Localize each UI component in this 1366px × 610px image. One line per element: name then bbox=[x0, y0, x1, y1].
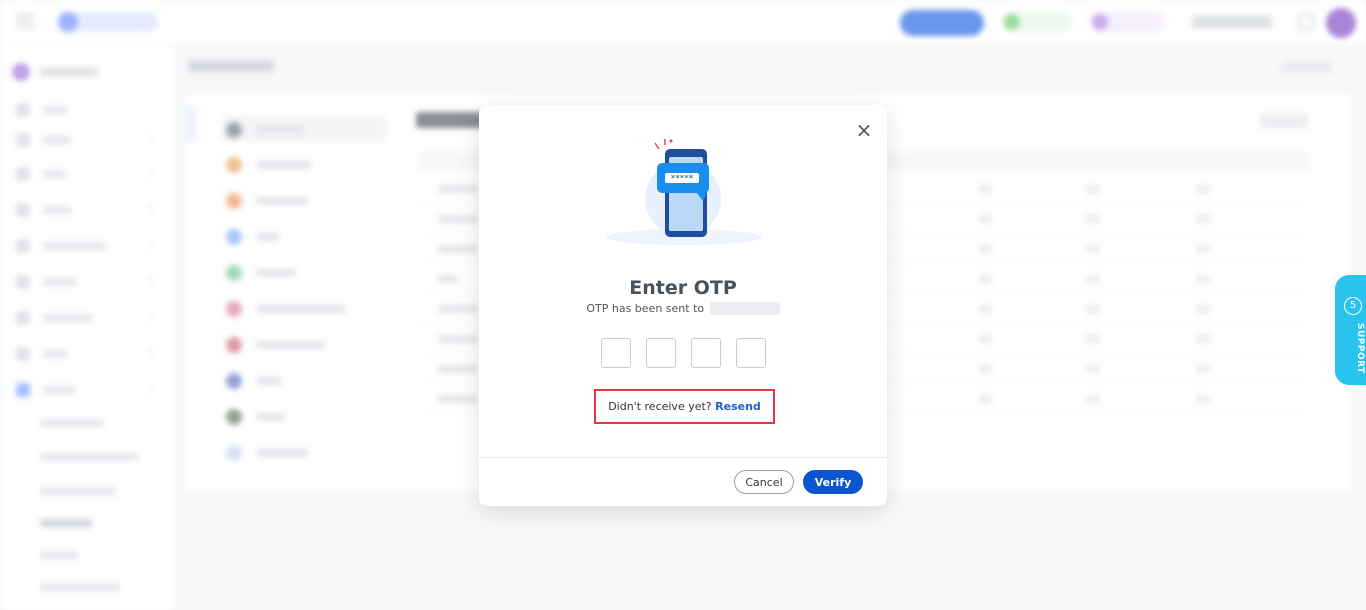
otp-modal: × ***** Enter OTP OTP has been sent to D… bbox=[479, 105, 887, 506]
masked-recipient bbox=[709, 302, 780, 315]
otp-sent-message: OTP has been sent to bbox=[479, 302, 887, 315]
cancel-button[interactable]: Cancel bbox=[734, 470, 794, 494]
resend-prompt: Didn't receive yet? bbox=[608, 400, 712, 413]
support-label: SUPPORT bbox=[1355, 323, 1365, 374]
modal-title: Enter OTP bbox=[629, 277, 737, 299]
otp-digit-1[interactable] bbox=[601, 338, 631, 368]
footer-divider bbox=[479, 457, 887, 458]
svg-text:*****: ***** bbox=[671, 174, 694, 184]
otp-sent-text: OTP has been sent to bbox=[586, 302, 705, 315]
support-tab[interactable]: 5 SUPPORT bbox=[1335, 275, 1366, 385]
resend-link[interactable]: Resend bbox=[715, 400, 761, 413]
phone-otp-illustration: ***** bbox=[606, 139, 762, 245]
otp-input-group bbox=[601, 338, 767, 368]
verify-button[interactable]: Verify bbox=[803, 470, 863, 494]
resend-highlight: Didn't receive yet? Resend bbox=[594, 389, 775, 424]
otp-digit-3[interactable] bbox=[691, 338, 721, 368]
support-count-badge: 5 bbox=[1344, 297, 1362, 315]
resend-row: Didn't receive yet? Resend bbox=[596, 400, 773, 413]
close-icon[interactable]: × bbox=[855, 120, 873, 140]
otp-digit-4[interactable] bbox=[736, 338, 766, 368]
otp-digit-2[interactable] bbox=[646, 338, 676, 368]
